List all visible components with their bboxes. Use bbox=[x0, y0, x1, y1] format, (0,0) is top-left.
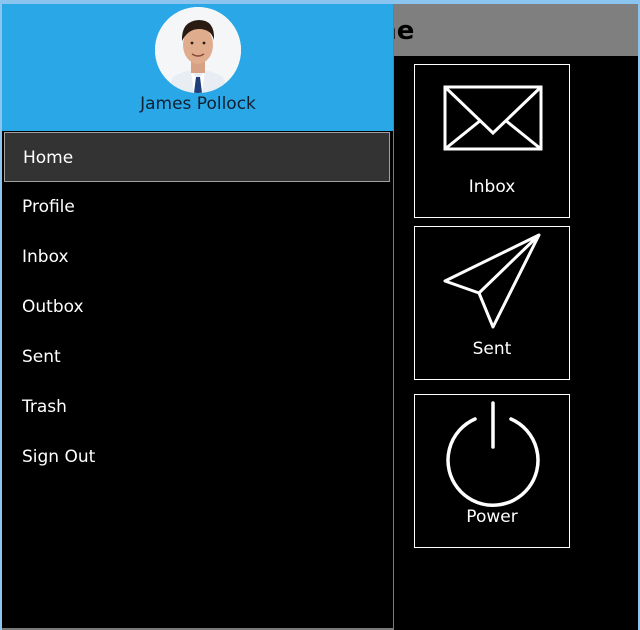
sent-tile-label: Sent bbox=[472, 339, 512, 359]
menu-item-sent[interactable]: Sent bbox=[2, 332, 392, 382]
page-header: Home bbox=[330, 4, 638, 56]
menu-item-sign-out[interactable]: Sign Out bbox=[2, 432, 392, 482]
menu-item-outbox[interactable]: Outbox bbox=[2, 282, 392, 332]
inbox-tile-label: Inbox bbox=[468, 177, 516, 197]
user-name: James Pollock bbox=[140, 94, 256, 114]
menu-item-inbox[interactable]: Inbox bbox=[2, 232, 392, 282]
drawer-header: James Pollock bbox=[2, 4, 393, 131]
menu-item-home[interactable]: Home bbox=[4, 132, 390, 182]
user-avatar[interactable] bbox=[155, 7, 241, 93]
menu-item-profile[interactable]: Profile bbox=[2, 182, 392, 232]
drawer-menu: Home Profile Inbox Outbox Sent Trash Sig… bbox=[2, 132, 392, 482]
power-tile-label: Power bbox=[466, 507, 518, 527]
navigation-drawer: James Pollock Home Profile Inbox Outbox … bbox=[2, 4, 394, 630]
menu-item-trash[interactable]: Trash bbox=[2, 382, 392, 432]
inbox-tile[interactable]: Inbox bbox=[414, 64, 570, 218]
avatar-image bbox=[155, 7, 241, 93]
power-tile[interactable]: Power bbox=[414, 394, 570, 548]
sent-tile[interactable]: Sent bbox=[414, 226, 570, 380]
